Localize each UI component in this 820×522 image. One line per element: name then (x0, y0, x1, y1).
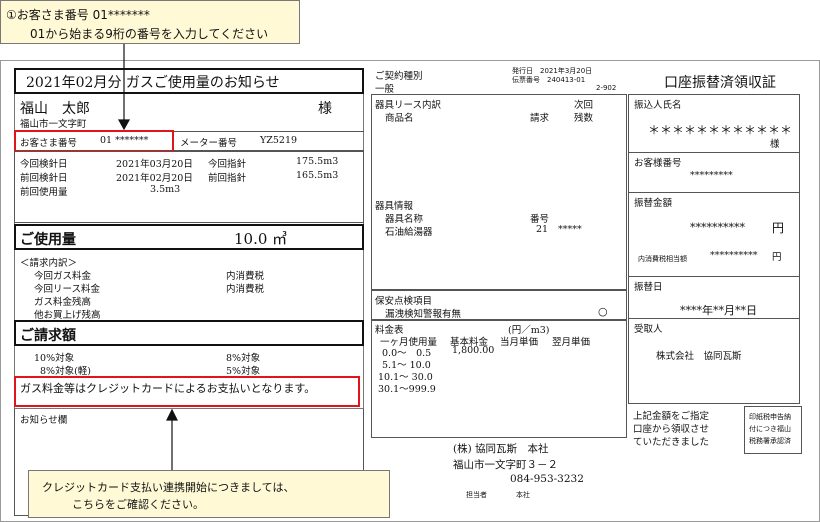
callout-arrows (117, 44, 178, 470)
top-arrow (117, 44, 131, 131)
bottom-callout-line2: こちらをご確認ください。 (72, 498, 204, 511)
bottom-callout-line1: クレジットカード支払い連携開始につきましては、 (42, 481, 295, 494)
bottom-arrow (166, 408, 178, 470)
